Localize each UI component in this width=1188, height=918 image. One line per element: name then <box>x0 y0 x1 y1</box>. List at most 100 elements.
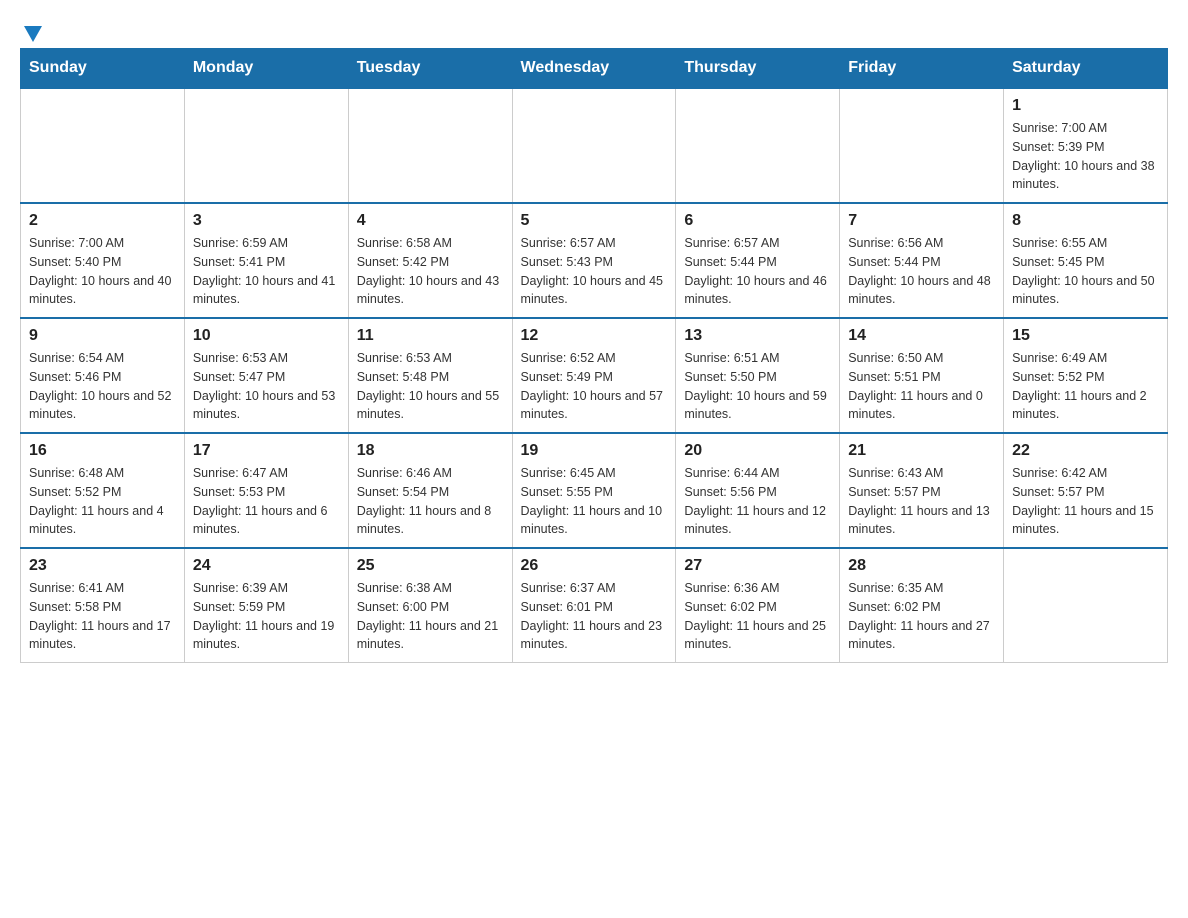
day-info: Sunrise: 6:59 AMSunset: 5:41 PMDaylight:… <box>193 234 340 309</box>
day-info: Sunrise: 6:36 AMSunset: 6:02 PMDaylight:… <box>684 579 831 654</box>
day-number: 17 <box>193 442 340 460</box>
calendar-cell <box>676 88 840 203</box>
week-row-1: 2 Sunrise: 7:00 AMSunset: 5:40 PMDaylight… <box>21 203 1168 318</box>
weekday-thursday: Thursday <box>676 49 840 89</box>
day-number: 4 <box>357 212 504 230</box>
weekday-tuesday: Tuesday <box>348 49 512 89</box>
calendar-cell: 11 Sunrise: 6:53 AMSunset: 5:48 PMDayligh… <box>348 318 512 433</box>
day-info: Sunrise: 6:42 AMSunset: 5:57 PMDaylight:… <box>1012 464 1159 539</box>
day-info: Sunrise: 6:44 AMSunset: 5:56 PMDaylight:… <box>684 464 831 539</box>
day-number: 20 <box>684 442 831 460</box>
day-number: 8 <box>1012 212 1159 230</box>
day-info: Sunrise: 6:35 AMSunset: 6:02 PMDaylight:… <box>848 579 995 654</box>
week-row-3: 16 Sunrise: 6:48 AMSunset: 5:52 PMDayligh… <box>21 433 1168 548</box>
calendar-cell: 27 Sunrise: 6:36 AMSunset: 6:02 PMDayligh… <box>676 548 840 663</box>
day-info: Sunrise: 6:45 AMSunset: 5:55 PMDaylight:… <box>521 464 668 539</box>
day-info: Sunrise: 6:55 AMSunset: 5:45 PMDaylight:… <box>1012 234 1159 309</box>
day-info: Sunrise: 6:54 AMSunset: 5:46 PMDaylight:… <box>29 349 176 424</box>
calendar-cell: 1Sunrise: 7:00 AMSunset: 5:39 PMDaylight… <box>1004 88 1168 203</box>
calendar-cell: 22 Sunrise: 6:42 AMSunset: 5:57 PMDayligh… <box>1004 433 1168 548</box>
calendar-cell: 25Sunrise: 6:38 AMSunset: 6:00 PMDayligh… <box>348 548 512 663</box>
week-row-4: 23 Sunrise: 6:41 AMSunset: 5:58 PMDayligh… <box>21 548 1168 663</box>
day-number: 22 <box>1012 442 1159 460</box>
day-number: 27 <box>684 557 831 575</box>
calendar-cell: 8 Sunrise: 6:55 AMSunset: 5:45 PMDaylight… <box>1004 203 1168 318</box>
day-info: Sunrise: 6:52 AMSunset: 5:49 PMDaylight:… <box>521 349 668 424</box>
calendar-cell: 3 Sunrise: 6:59 AMSunset: 5:41 PMDaylight… <box>184 203 348 318</box>
day-number: 16 <box>29 442 176 460</box>
weekday-friday: Friday <box>840 49 1004 89</box>
calendar-cell <box>1004 548 1168 663</box>
calendar-cell: 24 Sunrise: 6:39 AMSunset: 5:59 PMDayligh… <box>184 548 348 663</box>
day-info: Sunrise: 6:57 AMSunset: 5:43 PMDaylight:… <box>521 234 668 309</box>
day-info: Sunrise: 7:00 AMSunset: 5:39 PMDaylight:… <box>1012 119 1159 194</box>
calendar-cell: 21 Sunrise: 6:43 AMSunset: 5:57 PMDayligh… <box>840 433 1004 548</box>
day-number: 5 <box>521 212 668 230</box>
day-number: 18 <box>357 442 504 460</box>
week-row-2: 9 Sunrise: 6:54 AMSunset: 5:46 PMDaylight… <box>21 318 1168 433</box>
day-number: 15 <box>1012 327 1159 345</box>
calendar-cell: 23 Sunrise: 6:41 AMSunset: 5:58 PMDayligh… <box>21 548 185 663</box>
day-number: 12 <box>521 327 668 345</box>
day-info: Sunrise: 6:51 AMSunset: 5:50 PMDaylight:… <box>684 349 831 424</box>
calendar-cell <box>512 88 676 203</box>
day-info: Sunrise: 6:39 AMSunset: 5:59 PMDaylight:… <box>193 579 340 654</box>
day-number: 21 <box>848 442 995 460</box>
calendar-cell: 6Sunrise: 6:57 AMSunset: 5:44 PMDaylight… <box>676 203 840 318</box>
day-number: 7 <box>848 212 995 230</box>
day-number: 6 <box>684 212 831 230</box>
calendar-cell: 4 Sunrise: 6:58 AMSunset: 5:42 PMDaylight… <box>348 203 512 318</box>
day-number: 23 <box>29 557 176 575</box>
day-info: Sunrise: 6:56 AMSunset: 5:44 PMDaylight:… <box>848 234 995 309</box>
logo-triangle-icon <box>22 22 44 44</box>
day-number: 13 <box>684 327 831 345</box>
day-number: 14 <box>848 327 995 345</box>
day-number: 28 <box>848 557 995 575</box>
day-number: 3 <box>193 212 340 230</box>
calendar-header: SundayMondayTuesdayWednesdayThursdayFrid… <box>21 49 1168 89</box>
weekday-saturday: Saturday <box>1004 49 1168 89</box>
week-row-0: 1Sunrise: 7:00 AMSunset: 5:39 PMDaylight… <box>21 88 1168 203</box>
calendar-cell: 2 Sunrise: 7:00 AMSunset: 5:40 PMDaylight… <box>21 203 185 318</box>
calendar-cell: 14 Sunrise: 6:50 AMSunset: 5:51 PMDayligh… <box>840 318 1004 433</box>
calendar-table: SundayMondayTuesdayWednesdayThursdayFrid… <box>20 48 1168 663</box>
weekday-monday: Monday <box>184 49 348 89</box>
day-info: Sunrise: 6:48 AMSunset: 5:52 PMDaylight:… <box>29 464 176 539</box>
day-info: Sunrise: 7:00 AMSunset: 5:40 PMDaylight:… <box>29 234 176 309</box>
day-info: Sunrise: 6:50 AMSunset: 5:51 PMDaylight:… <box>848 349 995 424</box>
day-number: 25 <box>357 557 504 575</box>
calendar-cell: 20 Sunrise: 6:44 AMSunset: 5:56 PMDayligh… <box>676 433 840 548</box>
calendar-cell: 16 Sunrise: 6:48 AMSunset: 5:52 PMDayligh… <box>21 433 185 548</box>
day-info: Sunrise: 6:58 AMSunset: 5:42 PMDaylight:… <box>357 234 504 309</box>
day-info: Sunrise: 6:43 AMSunset: 5:57 PMDaylight:… <box>848 464 995 539</box>
day-number: 10 <box>193 327 340 345</box>
calendar-cell <box>348 88 512 203</box>
calendar-cell: 18Sunrise: 6:46 AMSunset: 5:54 PMDayligh… <box>348 433 512 548</box>
calendar-cell <box>184 88 348 203</box>
weekday-sunday: Sunday <box>21 49 185 89</box>
day-number: 19 <box>521 442 668 460</box>
day-number: 11 <box>357 327 504 345</box>
weekday-header-row: SundayMondayTuesdayWednesdayThursdayFrid… <box>21 49 1168 89</box>
calendar-body: 1Sunrise: 7:00 AMSunset: 5:39 PMDaylight… <box>21 88 1168 663</box>
day-info: Sunrise: 6:41 AMSunset: 5:58 PMDaylight:… <box>29 579 176 654</box>
day-info: Sunrise: 6:53 AMSunset: 5:48 PMDaylight:… <box>357 349 504 424</box>
logo <box>20 20 44 38</box>
day-info: Sunrise: 6:49 AMSunset: 5:52 PMDaylight:… <box>1012 349 1159 424</box>
weekday-wednesday: Wednesday <box>512 49 676 89</box>
calendar-cell: 12 Sunrise: 6:52 AMSunset: 5:49 PMDayligh… <box>512 318 676 433</box>
day-info: Sunrise: 6:53 AMSunset: 5:47 PMDaylight:… <box>193 349 340 424</box>
calendar-cell: 7 Sunrise: 6:56 AMSunset: 5:44 PMDaylight… <box>840 203 1004 318</box>
day-info: Sunrise: 6:37 AMSunset: 6:01 PMDaylight:… <box>521 579 668 654</box>
day-info: Sunrise: 6:47 AMSunset: 5:53 PMDaylight:… <box>193 464 340 539</box>
calendar-cell: 10 Sunrise: 6:53 AMSunset: 5:47 PMDayligh… <box>184 318 348 433</box>
calendar-cell: 19 Sunrise: 6:45 AMSunset: 5:55 PMDayligh… <box>512 433 676 548</box>
calendar-cell: 5 Sunrise: 6:57 AMSunset: 5:43 PMDaylight… <box>512 203 676 318</box>
day-number: 9 <box>29 327 176 345</box>
day-number: 2 <box>29 212 176 230</box>
calendar-cell <box>840 88 1004 203</box>
page-header <box>20 20 1168 38</box>
day-number: 24 <box>193 557 340 575</box>
calendar-cell: 28 Sunrise: 6:35 AMSunset: 6:02 PMDayligh… <box>840 548 1004 663</box>
calendar-cell <box>21 88 185 203</box>
